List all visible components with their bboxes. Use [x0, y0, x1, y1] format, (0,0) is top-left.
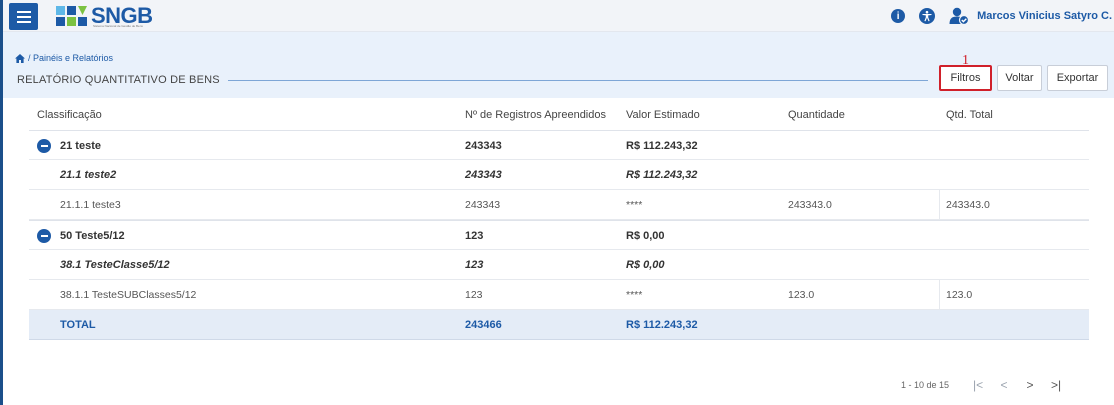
- previous-page-icon[interactable]: <: [997, 378, 1011, 392]
- total-valor: R$ 112.243,32: [626, 319, 698, 331]
- user-name[interactable]: Marcos Vinicius Satyro C.: [977, 10, 1114, 22]
- report-table: Classificação Nº de Registros Apreendido…: [29, 100, 1089, 340]
- table-row[interactable]: 38.1.1 TesteSUBClasses5/12 123 **** 123.…: [29, 280, 1089, 310]
- cell-valor: R$ 0,00: [626, 259, 665, 271]
- logo-subtitle: Sistema Nacional de Gestão de Bens: [93, 24, 143, 28]
- header-qtd-total: Qtd. Total: [946, 109, 993, 121]
- table-row[interactable]: 21 teste 243343 R$ 112.243,32: [29, 130, 1089, 160]
- title-divider: [228, 80, 928, 81]
- cell-registros: 243343: [465, 199, 501, 211]
- cell-registros: 123: [465, 259, 484, 271]
- table-total-row: TOTAL 243466 R$ 112.243,32: [29, 310, 1089, 340]
- table-header: Classificação Nº de Registros Apreendido…: [29, 100, 1089, 130]
- header-registros: Nº de Registros Apreendidos: [465, 109, 606, 121]
- header-quantidade: Quantidade: [788, 109, 845, 121]
- breadcrumb-link-paineis[interactable]: / Painéis e Relatórios: [28, 53, 113, 63]
- app-logo[interactable]: SNGB Sistema Nacional de Gestão de Bens: [55, 4, 153, 28]
- cell-quantidade: 123.0: [788, 289, 815, 301]
- cell-quantidade: 243343.0: [788, 199, 832, 211]
- info-icon[interactable]: i: [891, 9, 906, 23]
- next-page-icon[interactable]: >: [1023, 378, 1037, 392]
- home-icon[interactable]: [15, 53, 25, 63]
- sngb-logo-mark-icon: [55, 5, 89, 27]
- breadcrumb: / Painéis e Relatórios: [15, 53, 113, 63]
- table-row[interactable]: 38.1 TesteClasse5/12 123 R$ 0,00: [29, 250, 1089, 280]
- user-avatar-icon[interactable]: [949, 7, 970, 26]
- pagination: 1 - 10 de 15 |< < > >|: [901, 378, 1075, 392]
- cell-valor: R$ 112.243,32: [626, 140, 698, 152]
- cell-registros: 243343: [465, 169, 502, 181]
- back-button[interactable]: Voltar: [997, 65, 1042, 91]
- export-button[interactable]: Exportar: [1047, 65, 1108, 91]
- cell-classificacao: 21.1 teste2: [60, 169, 117, 181]
- cell-classificacao: 50 Teste5/12: [60, 230, 125, 242]
- last-page-icon[interactable]: >|: [1049, 378, 1063, 392]
- cell-registros: 123: [465, 230, 484, 242]
- table-row[interactable]: 21.1.1 teste3 243343 **** 243343.0 24334…: [29, 190, 1089, 220]
- top-right-icons: i Marcos Vinicius Satyro C.: [891, 6, 1114, 26]
- cell-classificacao: 21 teste: [60, 140, 101, 152]
- first-page-icon[interactable]: |<: [971, 378, 985, 392]
- hamburger-menu-button[interactable]: [9, 3, 38, 30]
- header-valor: Valor Estimado: [626, 109, 700, 121]
- total-registros: 243466: [465, 319, 502, 331]
- cell-valor: ****: [626, 289, 643, 301]
- pagination-range: 1 - 10 de 15: [901, 380, 950, 390]
- column-divider: [939, 190, 940, 220]
- cell-valor: ****: [626, 199, 643, 211]
- table-row[interactable]: 21.1 teste2 243343 R$ 112.243,32: [29, 160, 1089, 190]
- cell-classificacao: 38.1.1 TesteSUBClasses5/12: [60, 289, 197, 301]
- top-bar: SNGB Sistema Nacional de Gestão de Bens …: [3, 0, 1114, 32]
- accessibility-icon[interactable]: [919, 8, 936, 24]
- cell-valor: R$ 0,00: [626, 230, 665, 242]
- header-classificacao: Classificação: [37, 109, 102, 121]
- cell-qtd-total: 123.0: [946, 289, 973, 301]
- table-row[interactable]: 50 Teste5/12 123 R$ 0,00: [29, 220, 1089, 250]
- collapse-icon[interactable]: [37, 229, 51, 243]
- cell-qtd-total: 243343.0: [946, 199, 990, 211]
- cell-classificacao: 38.1 TesteClasse5/12: [60, 259, 170, 271]
- cell-valor: R$ 112.243,32: [626, 169, 698, 181]
- cell-classificacao: 21.1.1 teste3: [60, 199, 121, 211]
- cell-registros: 243343: [465, 140, 502, 152]
- collapse-icon[interactable]: [37, 139, 51, 153]
- total-label: TOTAL: [60, 319, 96, 331]
- page-title: RELATÓRIO QUANTITATIVO DE BENS: [17, 74, 220, 86]
- filters-button[interactable]: Filtros: [939, 65, 992, 91]
- cell-registros: 123: [465, 289, 483, 301]
- column-divider: [939, 280, 940, 310]
